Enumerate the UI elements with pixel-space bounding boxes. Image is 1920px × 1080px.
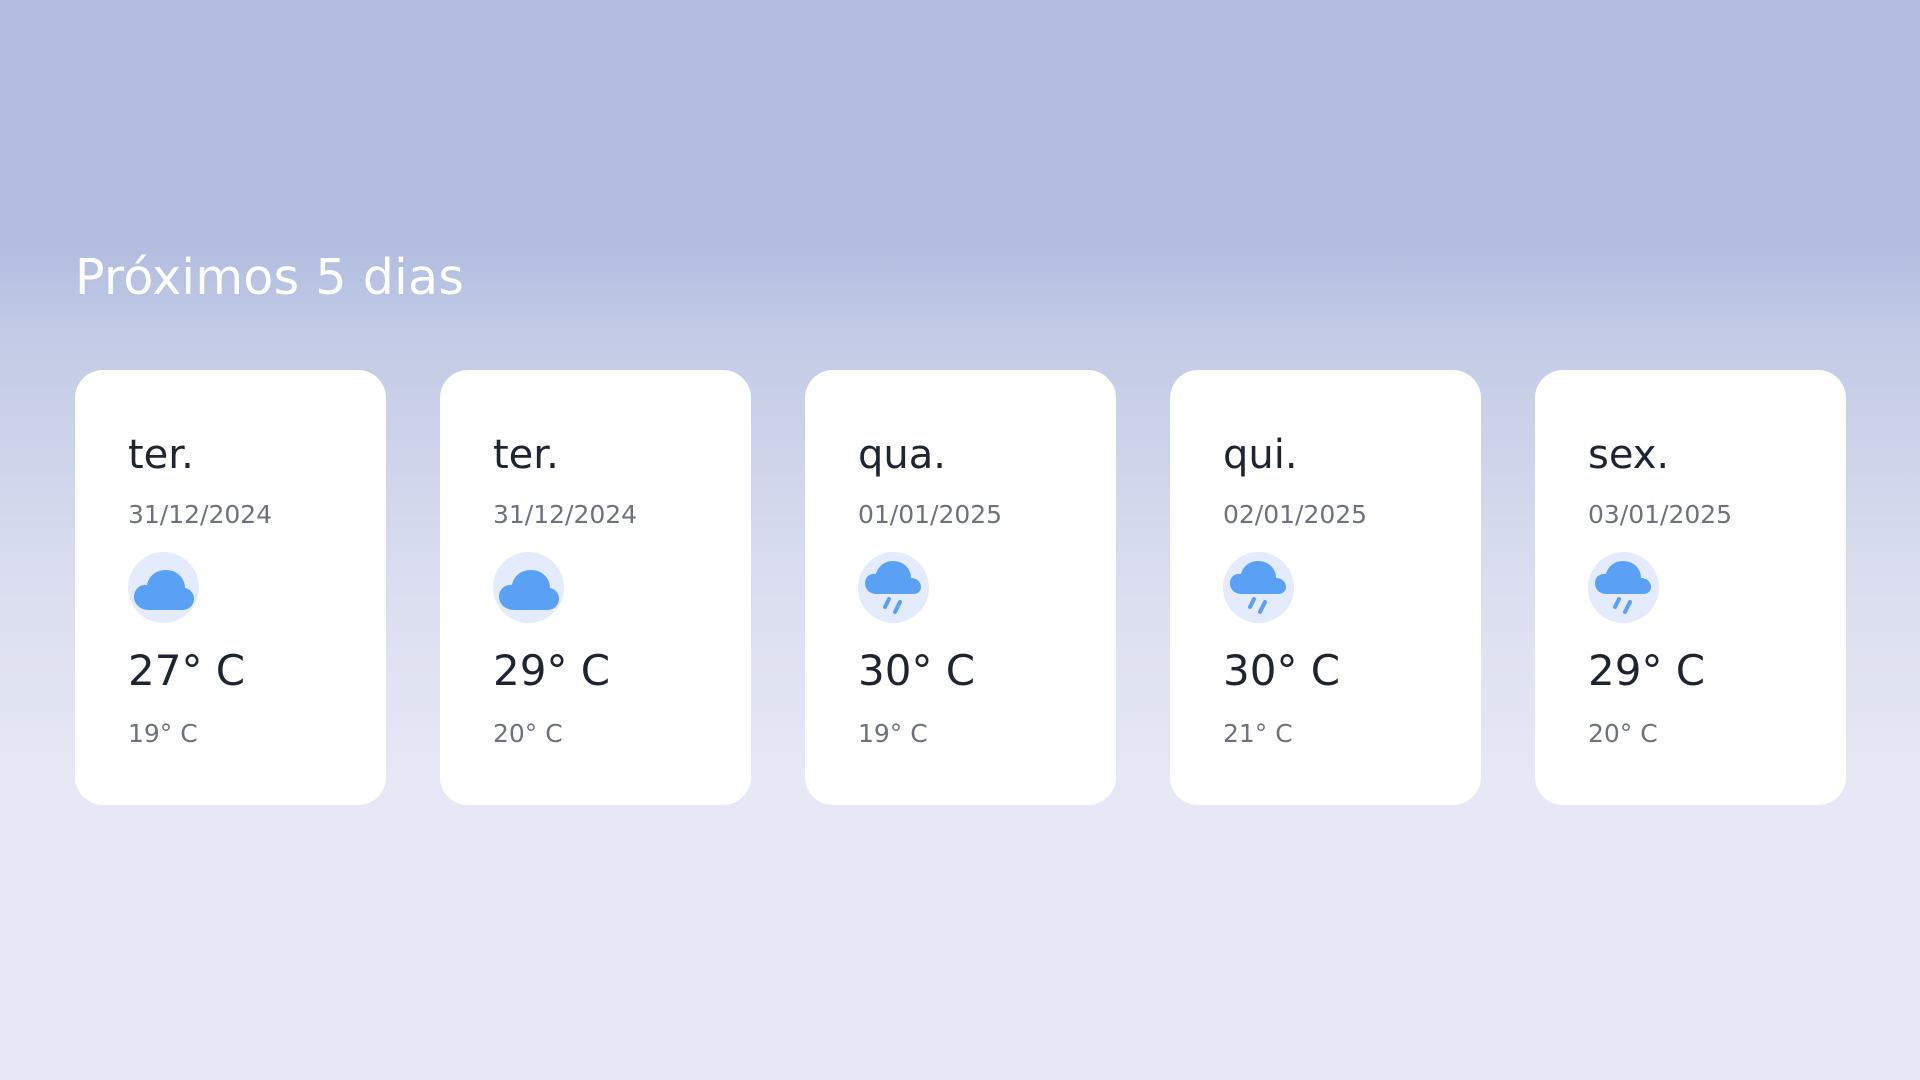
max-temperature: 30° C [858,646,976,695]
cloud-rain-icon [1223,552,1294,623]
day-label: ter. [128,432,194,478]
min-temperature: 19° C [858,719,928,748]
cloud-rain-icon [1588,552,1659,623]
section-title: Próximos 5 dias [75,249,465,306]
day-label: sex. [1588,432,1670,478]
date-label: 02/01/2025 [1223,500,1368,529]
min-temperature: 20° C [1588,719,1658,748]
min-temperature: 19° C [128,719,198,748]
forecast-card: ter. 31/12/2024 27° C 19° C [75,370,386,805]
day-label: ter. [493,432,559,478]
min-temperature: 20° C [493,719,563,748]
date-label: 01/01/2025 [858,500,1003,529]
date-label: 31/12/2024 [493,500,638,529]
max-temperature: 30° C [1223,646,1341,695]
min-temperature: 21° C [1223,719,1293,748]
cloud-icon [128,552,199,623]
forecast-list: ter. 31/12/2024 27° C 19° C ter. 31/12/2… [75,370,1846,805]
date-label: 03/01/2025 [1588,500,1733,529]
day-label: qui. [1223,432,1298,478]
day-label: qua. [858,432,946,478]
forecast-card: sex. 03/01/2025 29° C 20° C [1535,370,1846,805]
date-label: 31/12/2024 [128,500,273,529]
forecast-card: qui. 02/01/2025 30° C 21° C [1170,370,1481,805]
cloud-icon [493,552,564,623]
max-temperature: 29° C [1588,646,1706,695]
max-temperature: 29° C [493,646,611,695]
forecast-card: qua. 01/01/2025 30° C 19° C [805,370,1116,805]
max-temperature: 27° C [128,646,246,695]
cloud-rain-icon [858,552,929,623]
forecast-card: ter. 31/12/2024 29° C 20° C [440,370,751,805]
